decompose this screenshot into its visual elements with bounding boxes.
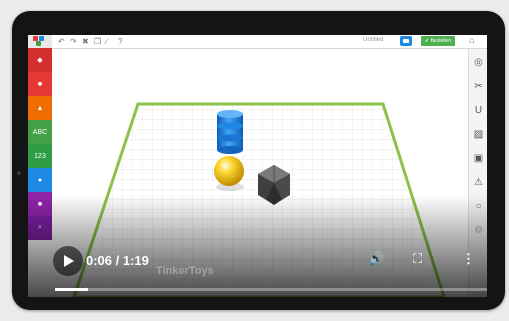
warning-icon[interactable]: ⚠ — [469, 177, 487, 188]
progress-bar[interactable] — [55, 288, 487, 291]
volume-icon[interactable]: 🔊 — [368, 251, 384, 267]
home-icon[interactable]: ⌂ — [469, 35, 474, 45]
fullscreen-icon[interactable]: ⛶ — [413, 251, 422, 267]
watermark-text: TinkerToys — [156, 265, 214, 277]
more-options-icon[interactable]: ⋮ — [462, 251, 475, 267]
view-icon[interactable]: ◎ — [469, 57, 487, 68]
yellow-sphere[interactable] — [214, 156, 244, 186]
help-icon[interactable]: ? — [118, 36, 122, 47]
app-screen: ↶ ↷ ✖ ❐ ∕ ? Untitled ✔ Bestellen ⌂ ◆ ■ ▲ AB… — [28, 35, 487, 297]
duplicate-icon[interactable]: ▣ — [469, 153, 487, 164]
group-icon[interactable]: ▨ — [469, 129, 487, 140]
blue-cylinder[interactable] — [217, 110, 243, 154]
progress-fill — [55, 288, 88, 291]
play-button[interactable] — [53, 246, 83, 276]
design-title: Untitled — [363, 37, 384, 43]
view-toggle-button[interactable] — [400, 36, 412, 46]
number-tool[interactable]: 123 — [28, 144, 52, 168]
time-display: 0:06 / 1:19 — [86, 253, 149, 268]
magnet-icon[interactable]: U — [469, 105, 487, 116]
order-button[interactable]: ✔ Bestellen — [421, 36, 456, 46]
shape-tool-red-2[interactable]: ■ — [28, 72, 52, 96]
shape-tool-blue[interactable]: ● — [28, 168, 52, 192]
cut-icon[interactable]: ✂ — [469, 81, 487, 92]
ruler-icon[interactable]: ∕ — [106, 36, 107, 47]
tablet-frame: ↶ ↷ ✖ ❐ ∕ ? Untitled ✔ Bestellen ⌂ ◆ ■ ▲ AB… — [12, 11, 505, 310]
shape-tool-red[interactable]: ◆ — [28, 48, 52, 72]
top-toolbar: ↶ ↷ ✖ ❐ ∕ ? Untitled ✔ Bestellen ⌂ — [28, 35, 487, 49]
shape-tool-orange[interactable]: ▲ — [28, 96, 52, 120]
undo-icon[interactable]: ↶ — [58, 36, 65, 47]
app-logo — [28, 35, 52, 48]
copy-icon[interactable]: ❐ — [94, 36, 101, 47]
video-controls-gradient — [28, 195, 487, 297]
redo-icon[interactable]: ↷ — [70, 36, 77, 47]
delete-icon[interactable]: ✖ — [82, 36, 89, 47]
camera-dot — [17, 171, 21, 175]
text-tool[interactable]: ABC — [28, 120, 52, 144]
